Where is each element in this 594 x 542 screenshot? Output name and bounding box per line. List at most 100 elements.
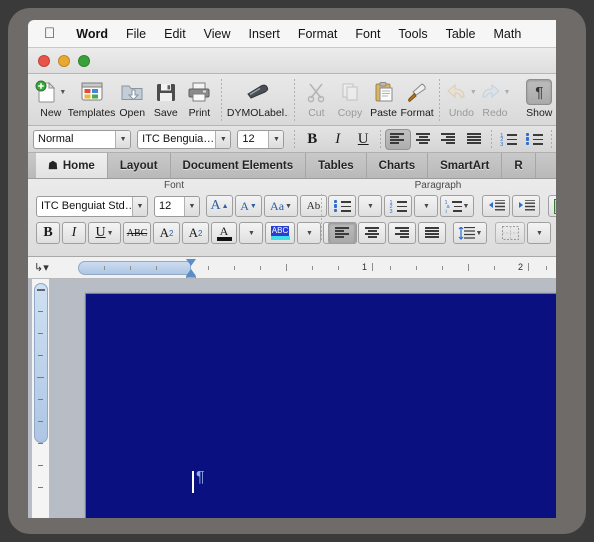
clear-formatting-button[interactable]: Ab <box>300 195 327 217</box>
toolbar-save[interactable]: Save <box>149 77 183 119</box>
ruler-strip[interactable]: 1 2 <box>78 259 556 278</box>
numbered-list-button[interactable]: 123 <box>496 129 522 150</box>
ribbon-font-size-combo[interactable]: 12 ▼ <box>154 195 200 217</box>
tab-stop-icon[interactable]: ↳▾ <box>34 261 49 274</box>
menu-item-format[interactable]: Format <box>289 20 347 47</box>
tab-review[interactable]: R <box>502 153 536 178</box>
borders-caret-button[interactable]: ▼ <box>527 222 551 244</box>
numbered-list-caret-button[interactable]: ▼ <box>414 195 438 217</box>
new-dropdown-caret[interactable]: ▼ <box>59 89 66 96</box>
style-combo[interactable]: Normal ▼ <box>33 129 132 149</box>
printer-icon <box>183 79 217 105</box>
toolbar-redo[interactable]: ▼ Redo <box>478 77 512 119</box>
ribbon-font-name-combo[interactable]: ITC Benguiat Std… ▼ <box>36 195 148 217</box>
size-combo[interactable]: 12 ▼ <box>237 129 285 149</box>
change-case-button[interactable]: Aa ▼ <box>264 195 298 217</box>
menu-item-font[interactable]: Font <box>346 20 389 47</box>
menu-item-word[interactable]: Word <box>67 20 117 47</box>
grow-font-button[interactable]: A ▲ <box>206 195 233 217</box>
document-area[interactable]: ¶ <box>28 279 556 518</box>
tab-home[interactable]: ☗ Home <box>36 153 108 178</box>
toolbar-undo[interactable]: ▼ Undo <box>445 77 479 119</box>
font-combo-caret[interactable]: ▼ <box>215 130 231 148</box>
zoom-button[interactable] <box>78 54 90 67</box>
ribbon-italic-button[interactable]: I <box>62 222 86 244</box>
multilevel-list-button[interactable]: 1ai ▼ <box>440 195 474 217</box>
ribbon-align-justify-button[interactable] <box>418 222 446 244</box>
toolbar-open[interactable]: Open <box>115 77 149 119</box>
toolbar-templates[interactable]: Templates <box>68 77 115 119</box>
toolbar-print[interactable]: Print <box>183 77 217 119</box>
columns-button[interactable] <box>548 195 556 217</box>
bold-button[interactable]: B <box>299 129 325 150</box>
toolbar-format-painter[interactable]: Format <box>400 77 434 119</box>
tab-charts[interactable]: Charts <box>367 153 429 178</box>
ribbon-font-name-caret[interactable]: ▼ <box>132 196 147 216</box>
highlight-label: ABC <box>270 226 290 236</box>
borders-button[interactable] <box>495 222 525 244</box>
bulleted-list-button[interactable] <box>521 129 547 150</box>
tab-layout[interactable]: Layout <box>108 153 171 178</box>
superscript-button[interactable]: A 2 <box>153 222 180 244</box>
toolbar-paste[interactable]: Paste <box>367 77 401 119</box>
align-right-button[interactable] <box>436 129 462 150</box>
line-spacing-button[interactable]: ▼ <box>453 222 487 244</box>
ribbon-numbered-list-button[interactable]: 123 <box>384 195 412 217</box>
minimize-button[interactable] <box>58 54 70 67</box>
bulleted-list-caret-button[interactable]: ▼ <box>358 195 382 217</box>
vertical-ruler[interactable] <box>32 279 50 518</box>
toolbar-new[interactable]: ▼ New <box>34 77 68 119</box>
decrease-indent-button[interactable] <box>482 195 510 217</box>
align-left-icon <box>334 227 350 239</box>
tab-tables[interactable]: Tables <box>306 153 367 178</box>
ribbon-align-center-button[interactable] <box>358 222 386 244</box>
align-center-button[interactable] <box>411 129 437 150</box>
menu-item-edit[interactable]: Edit <box>155 20 195 47</box>
underline-button[interactable]: U <box>350 129 376 150</box>
subscript-button[interactable]: A 2 <box>182 222 209 244</box>
ribbon-bold-button[interactable]: B <box>36 222 60 244</box>
highlight-button[interactable]: ABC <box>265 222 295 244</box>
menu-item-view[interactable]: View <box>195 20 240 47</box>
font-color-swatch <box>216 236 232 241</box>
dymo-label-icon <box>227 79 289 105</box>
tab-smartart[interactable]: SmartArt <box>428 153 503 178</box>
horizontal-ruler[interactable]: ↳▾ 1 2 <box>28 257 556 279</box>
ribbon-underline-button[interactable]: U ▼ <box>88 222 121 244</box>
document-page[interactable]: ¶ <box>85 293 556 518</box>
toolbar-dymolabel[interactable]: DYMOLabel… <box>227 77 289 119</box>
tab-document-elements[interactable]: Document Elements <box>171 153 307 178</box>
menu-item-math[interactable]: Math <box>485 20 531 47</box>
size-combo-caret[interactable]: ▼ <box>268 130 284 148</box>
increase-indent-button[interactable] <box>512 195 540 217</box>
apple-logo-icon[interactable]:  <box>38 20 67 47</box>
highlight-caret-button[interactable]: ▼ <box>297 222 321 244</box>
strikethrough-button[interactable]: ABC <box>123 222 151 244</box>
menu-item-tools[interactable]: Tools <box>389 20 436 47</box>
font-color-button[interactable]: A <box>211 222 237 244</box>
font-color-caret-button[interactable]: ▼ <box>239 222 263 244</box>
ribbon-align-right-button[interactable] <box>388 222 416 244</box>
style-combo-caret[interactable]: ▼ <box>115 130 131 148</box>
toolbar-copy[interactable]: Copy <box>333 77 367 119</box>
ribbon-bulleted-list-button[interactable] <box>328 195 356 217</box>
menu-item-file[interactable]: File <box>117 20 155 47</box>
window-titlebar[interactable] <box>28 48 556 74</box>
toolbar-cut[interactable]: Cut <box>300 77 334 119</box>
ribbon-align-left-button[interactable] <box>328 222 356 244</box>
font-combo[interactable]: ITC Benguia… ▼ <box>137 129 232 149</box>
first-line-indent-marker[interactable] <box>186 259 196 266</box>
close-button[interactable] <box>38 54 50 67</box>
hanging-indent-marker[interactable] <box>186 269 196 276</box>
align-justify-button[interactable] <box>462 129 488 150</box>
toolbar-show[interactable]: ¶ Show <box>522 77 556 119</box>
ribbon-font-size-caret[interactable]: ▼ <box>184 196 199 216</box>
align-left-button[interactable] <box>384 128 411 150</box>
toolbar-separator-2 <box>293 79 295 121</box>
menu-item-table[interactable]: Table <box>437 20 485 47</box>
redo-dropdown-caret[interactable]: ▼ <box>503 89 510 96</box>
undo-dropdown-caret[interactable]: ▼ <box>470 89 477 96</box>
menu-item-insert[interactable]: Insert <box>240 20 289 47</box>
italic-button[interactable]: I <box>325 129 351 150</box>
shrink-font-button[interactable]: A ▼ <box>235 195 262 217</box>
